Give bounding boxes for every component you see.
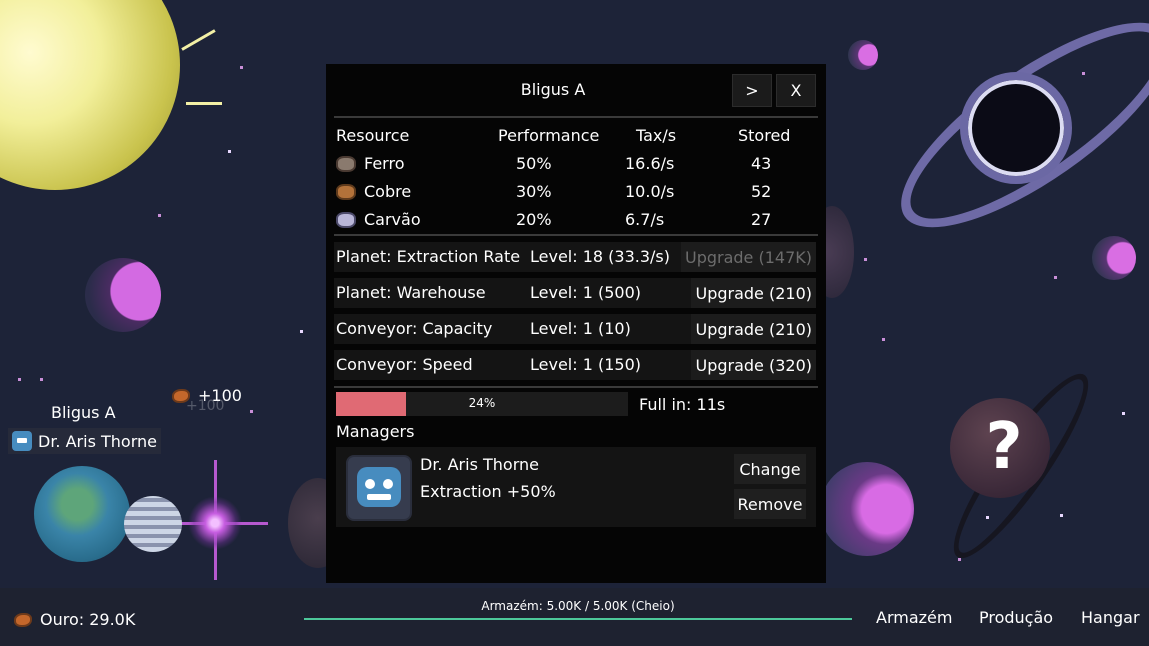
robot-face-icon: [357, 467, 401, 507]
manager-tag: Dr. Aris Thorne: [8, 428, 161, 454]
close-button[interactable]: X: [776, 74, 816, 107]
bottom-bar: Ouro: 29.0K Armazém: 5.00K / 5.00K (Chei…: [0, 588, 1149, 646]
star: [864, 258, 867, 261]
question-mark-icon: ?: [985, 410, 1023, 484]
gold-ore-icon: [172, 388, 190, 403]
upgrade-level: Level: 1 (500): [530, 283, 641, 302]
resource-tax: 6.7/s: [625, 210, 665, 229]
copper-ore-icon: [336, 183, 356, 200]
iron-ore-icon: [336, 155, 356, 172]
panel-title: Bligus A: [520, 80, 586, 99]
resource-name: Carvão: [364, 210, 421, 229]
gold-display: Ouro: 29.0K: [14, 610, 135, 629]
resource-name: Cobre: [364, 182, 412, 201]
upgrade-capacity-button[interactable]: Upgrade (210): [691, 314, 816, 344]
space-station[interactable]: [124, 496, 182, 552]
sparkle-icon: [188, 496, 242, 550]
nav-production-button[interactable]: Produção: [979, 608, 1053, 627]
star: [1122, 412, 1125, 415]
black-hole: [960, 72, 1072, 184]
sun: [0, 0, 180, 190]
table-row: Cobre 30% 10.0/s 52: [336, 180, 816, 208]
change-manager-button[interactable]: Change: [734, 454, 806, 484]
header-stored: Stored: [738, 126, 791, 145]
resource-stored: 43: [751, 154, 772, 173]
warehouse-bar: [304, 618, 852, 620]
upgrade-row-extraction-rate: Planet: Extraction Rate Level: 18 (33.3/…: [334, 242, 816, 272]
header-tax: Tax/s: [636, 126, 677, 145]
divider: [334, 234, 818, 236]
star: [250, 410, 253, 413]
planet[interactable]: [85, 258, 161, 332]
manager-name: Dr. Aris Thorne: [420, 455, 539, 474]
resource-table: Resource Performance Tax/s Stored Ferro …: [336, 124, 816, 236]
upgrade-level: Level: 1 (10): [530, 319, 631, 338]
manager-avatar: [346, 455, 412, 521]
divider: [334, 386, 818, 388]
upgrade-row-conveyor-capacity: Conveyor: Capacity Level: 1 (10) Upgrade…: [334, 314, 816, 344]
gain-amount: +100: [198, 386, 242, 405]
manager-tag-name: Dr. Aris Thorne: [38, 431, 157, 451]
star: [18, 378, 21, 381]
upgrade-name: Conveyor: Capacity: [336, 319, 493, 338]
upgrade-row-conveyor-speed: Conveyor: Speed Level: 1 (150) Upgrade (…: [334, 350, 816, 380]
resource-performance: 20%: [516, 210, 552, 229]
star: [1054, 276, 1057, 279]
star: [158, 214, 161, 217]
home-planet[interactable]: [34, 466, 130, 562]
resource-performance: 30%: [516, 182, 552, 201]
table-row: Ferro 50% 16.6/s 43: [336, 152, 816, 180]
star: [228, 150, 231, 153]
sun-flare: [186, 102, 222, 105]
resource-stored: 52: [751, 182, 772, 201]
planet[interactable]: [820, 462, 914, 556]
table-header: Resource Performance Tax/s Stored: [336, 124, 816, 152]
resource-tax: 16.6/s: [625, 154, 675, 173]
upgrade-name: Planet: Warehouse: [336, 283, 486, 302]
planet[interactable]: [1092, 236, 1136, 280]
gold-coin-icon: [14, 612, 32, 627]
warehouse-status: Armazém: 5.00K / 5.00K (Cheio): [481, 599, 675, 613]
planet[interactable]: [848, 40, 878, 70]
star: [240, 66, 243, 69]
sun-flare: [181, 29, 216, 51]
resource-name: Ferro: [364, 154, 405, 173]
storage-progress-bar: 24%: [336, 392, 628, 416]
gold-amount: Ouro: 29.0K: [40, 610, 136, 629]
upgrade-speed-button[interactable]: Upgrade (320): [691, 350, 816, 380]
gain-popup: +100: [172, 386, 242, 405]
table-row: Carvão 20% 6.7/s 27: [336, 208, 816, 236]
planet-label: Bligus A: [51, 403, 116, 422]
star: [300, 330, 303, 333]
coal-ore-icon: [336, 211, 356, 228]
managers-heading: Managers: [336, 422, 415, 441]
manager-bonus: Extraction +50%: [420, 482, 556, 501]
upgrade-level: Level: 1 (150): [530, 355, 641, 374]
header-performance: Performance: [498, 126, 600, 145]
progress-label: 24%: [468, 396, 496, 410]
resource-tax: 10.0/s: [625, 182, 675, 201]
manager-avatar-icon: [12, 431, 32, 451]
divider: [334, 116, 818, 118]
upgrade-extraction-button[interactable]: Upgrade (147K): [680, 242, 816, 272]
nav-hangar-button[interactable]: Hangar: [1081, 608, 1140, 627]
resource-stored: 27: [751, 210, 772, 229]
nav-warehouse-button[interactable]: Armazém: [876, 608, 952, 627]
remove-manager-button[interactable]: Remove: [734, 489, 806, 519]
upgrade-level: Level: 18 (33.3/s): [530, 247, 670, 266]
manager-card: Dr. Aris Thorne Extraction +50% Change R…: [336, 447, 816, 527]
full-in-text: Full in: 11s: [639, 395, 726, 414]
upgrade-name: Conveyor: Speed: [336, 355, 473, 374]
upgrade-warehouse-button[interactable]: Upgrade (210): [691, 278, 816, 308]
header-resource: Resource: [336, 126, 410, 145]
resource-performance: 50%: [516, 154, 552, 173]
star: [882, 338, 885, 341]
next-planet-button[interactable]: >: [732, 74, 772, 107]
planet-panel: Bligus A > X Resource Performance Tax/s …: [326, 64, 826, 583]
upgrade-name: Planet: Extraction Rate: [336, 247, 521, 266]
star: [40, 378, 43, 381]
star: [1060, 514, 1063, 517]
upgrade-row-warehouse: Planet: Warehouse Level: 1 (500) Upgrade…: [334, 278, 816, 308]
